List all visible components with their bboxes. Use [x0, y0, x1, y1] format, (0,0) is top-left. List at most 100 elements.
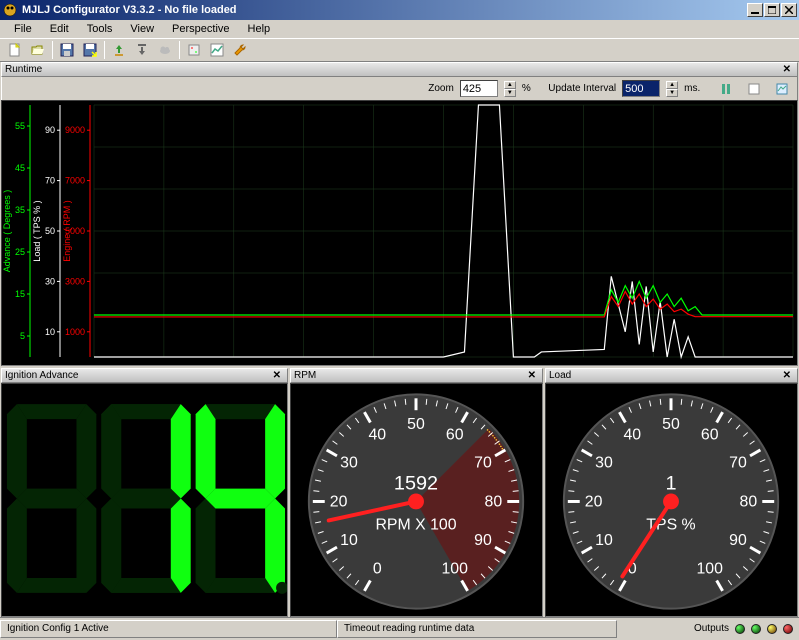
svg-text:40: 40	[368, 426, 386, 443]
svg-text:20: 20	[330, 493, 348, 510]
status-outputs: Outputs	[688, 623, 799, 634]
interval-unit: ms.	[684, 83, 700, 94]
menu-edit[interactable]: Edit	[42, 22, 77, 36]
newchart-icon[interactable]	[743, 79, 765, 99]
advance-panel: Ignition Advance ✕	[1, 368, 288, 617]
output-led-2	[751, 624, 761, 634]
svg-text:1: 1	[665, 473, 676, 495]
status-bar: Ignition Config 1 Active Timeout reading…	[0, 617, 799, 639]
svg-text:55: 55	[15, 121, 25, 131]
svg-text:1592: 1592	[394, 473, 438, 495]
output-led-4	[783, 624, 793, 634]
maximize-button[interactable]	[764, 3, 780, 17]
saveas-icon[interactable]	[79, 40, 101, 60]
svg-text:100: 100	[441, 560, 468, 577]
svg-text:10: 10	[45, 327, 55, 337]
menu-file[interactable]: File	[6, 22, 40, 36]
app-icon	[2, 2, 18, 18]
menu-help[interactable]: Help	[240, 22, 279, 36]
title-bar: MJLJ Configurator V3.3.2 - No file loade…	[0, 0, 799, 20]
load-close-icon[interactable]: ✕	[780, 370, 794, 381]
runtime-title: Runtime	[5, 64, 42, 75]
cloud-icon[interactable]	[154, 40, 176, 60]
load-gauge: 01020304050607080901001TPS %	[546, 384, 797, 616]
menu-perspective[interactable]: Perspective	[164, 22, 237, 36]
svg-text:35: 35	[15, 205, 25, 215]
rpm-title: RPM	[294, 370, 316, 381]
svg-text:80: 80	[485, 493, 503, 510]
outputs-label: Outputs	[694, 623, 729, 634]
zoom-up[interactable]: ▲	[504, 81, 516, 89]
rpm-gauge: 0 10 20 30 40 50 60 70 80 90 100 1592 RPM X 100	[291, 384, 542, 616]
minimize-button[interactable]	[747, 3, 763, 17]
save-icon[interactable]	[56, 40, 78, 60]
output-led-3	[767, 624, 777, 634]
svg-text:10: 10	[340, 532, 358, 549]
svg-text:20: 20	[585, 493, 603, 510]
svg-text:Advance ( Degrees ): Advance ( Degrees )	[2, 190, 12, 273]
svg-text:Load ( TPS % ): Load ( TPS % )	[32, 200, 42, 261]
close-button[interactable]	[781, 3, 797, 17]
download-icon[interactable]	[131, 40, 153, 60]
svg-text:30: 30	[45, 276, 55, 286]
zoom-input[interactable]	[460, 80, 498, 97]
svg-text:90: 90	[45, 125, 55, 135]
svg-text:90: 90	[729, 532, 747, 549]
new-icon[interactable]	[4, 40, 26, 60]
svg-text:9000: 9000	[65, 125, 85, 135]
window-title: MJLJ Configurator V3.3.2 - No file loade…	[22, 4, 747, 16]
svg-text:0: 0	[373, 560, 382, 577]
chart-icon[interactable]	[206, 40, 228, 60]
zoom-label: Zoom	[428, 83, 454, 94]
svg-text:1000: 1000	[65, 327, 85, 337]
svg-text:30: 30	[340, 455, 358, 472]
svg-text:15: 15	[15, 289, 25, 299]
rpm-panel: RPM ✕ 0 10 20 30 40 50 60 70 80 90 100 1592 RPM X 100	[290, 368, 543, 617]
options-icon[interactable]	[771, 79, 793, 99]
config-icon[interactable]	[183, 40, 205, 60]
interval-up[interactable]: ▲	[666, 81, 678, 89]
svg-text:60: 60	[701, 426, 719, 443]
svg-text:RPM X 100: RPM X 100	[375, 516, 456, 533]
advance-title: Ignition Advance	[5, 370, 78, 381]
menu-tools[interactable]: Tools	[79, 22, 121, 36]
svg-text:70: 70	[474, 455, 492, 472]
svg-text:25: 25	[15, 247, 25, 257]
svg-text:60: 60	[446, 426, 464, 443]
svg-text:Engine ( RPM ): Engine ( RPM )	[62, 200, 72, 262]
wrench-icon[interactable]	[229, 40, 251, 60]
menu-view[interactable]: View	[122, 22, 162, 36]
svg-text:50: 50	[45, 226, 55, 236]
svg-text:5: 5	[20, 331, 25, 341]
load-panel: Load✕ 01020304050607080901001TPS %	[545, 368, 798, 617]
svg-text:40: 40	[623, 426, 641, 443]
output-led-1	[735, 624, 745, 634]
runtime-header: Runtime ✕	[1, 62, 798, 77]
toolbar	[0, 38, 799, 62]
rpm-close-icon[interactable]: ✕	[525, 370, 539, 381]
svg-text:3000: 3000	[65, 276, 85, 286]
svg-text:70: 70	[45, 176, 55, 186]
svg-text:70: 70	[729, 455, 747, 472]
interval-down[interactable]: ▼	[666, 89, 678, 97]
pause-icon[interactable]	[715, 79, 737, 99]
zoom-unit: %	[522, 83, 531, 94]
status-message: Timeout reading runtime data	[337, 620, 617, 638]
svg-text:30: 30	[595, 455, 613, 472]
svg-text:100: 100	[696, 560, 723, 577]
open-icon[interactable]	[27, 40, 49, 60]
svg-text:50: 50	[662, 416, 680, 433]
advance-close-icon[interactable]: ✕	[270, 370, 284, 381]
svg-text:90: 90	[474, 532, 492, 549]
load-title: Load	[549, 370, 571, 381]
interval-input[interactable]	[622, 80, 660, 97]
status-config: Ignition Config 1 Active	[0, 620, 337, 638]
svg-text:50: 50	[407, 416, 425, 433]
interval-label: Update Interval	[548, 83, 616, 94]
runtime-controls: Zoom ▲▼ % Update Interval ▲▼ ms.	[1, 77, 798, 100]
runtime-chart: 51525354555Advance ( Degrees )1030507090…	[1, 100, 798, 366]
svg-text:80: 80	[740, 493, 758, 510]
upload-icon[interactable]	[108, 40, 130, 60]
runtime-close-icon[interactable]: ✕	[780, 64, 794, 75]
zoom-down[interactable]: ▼	[504, 89, 516, 97]
